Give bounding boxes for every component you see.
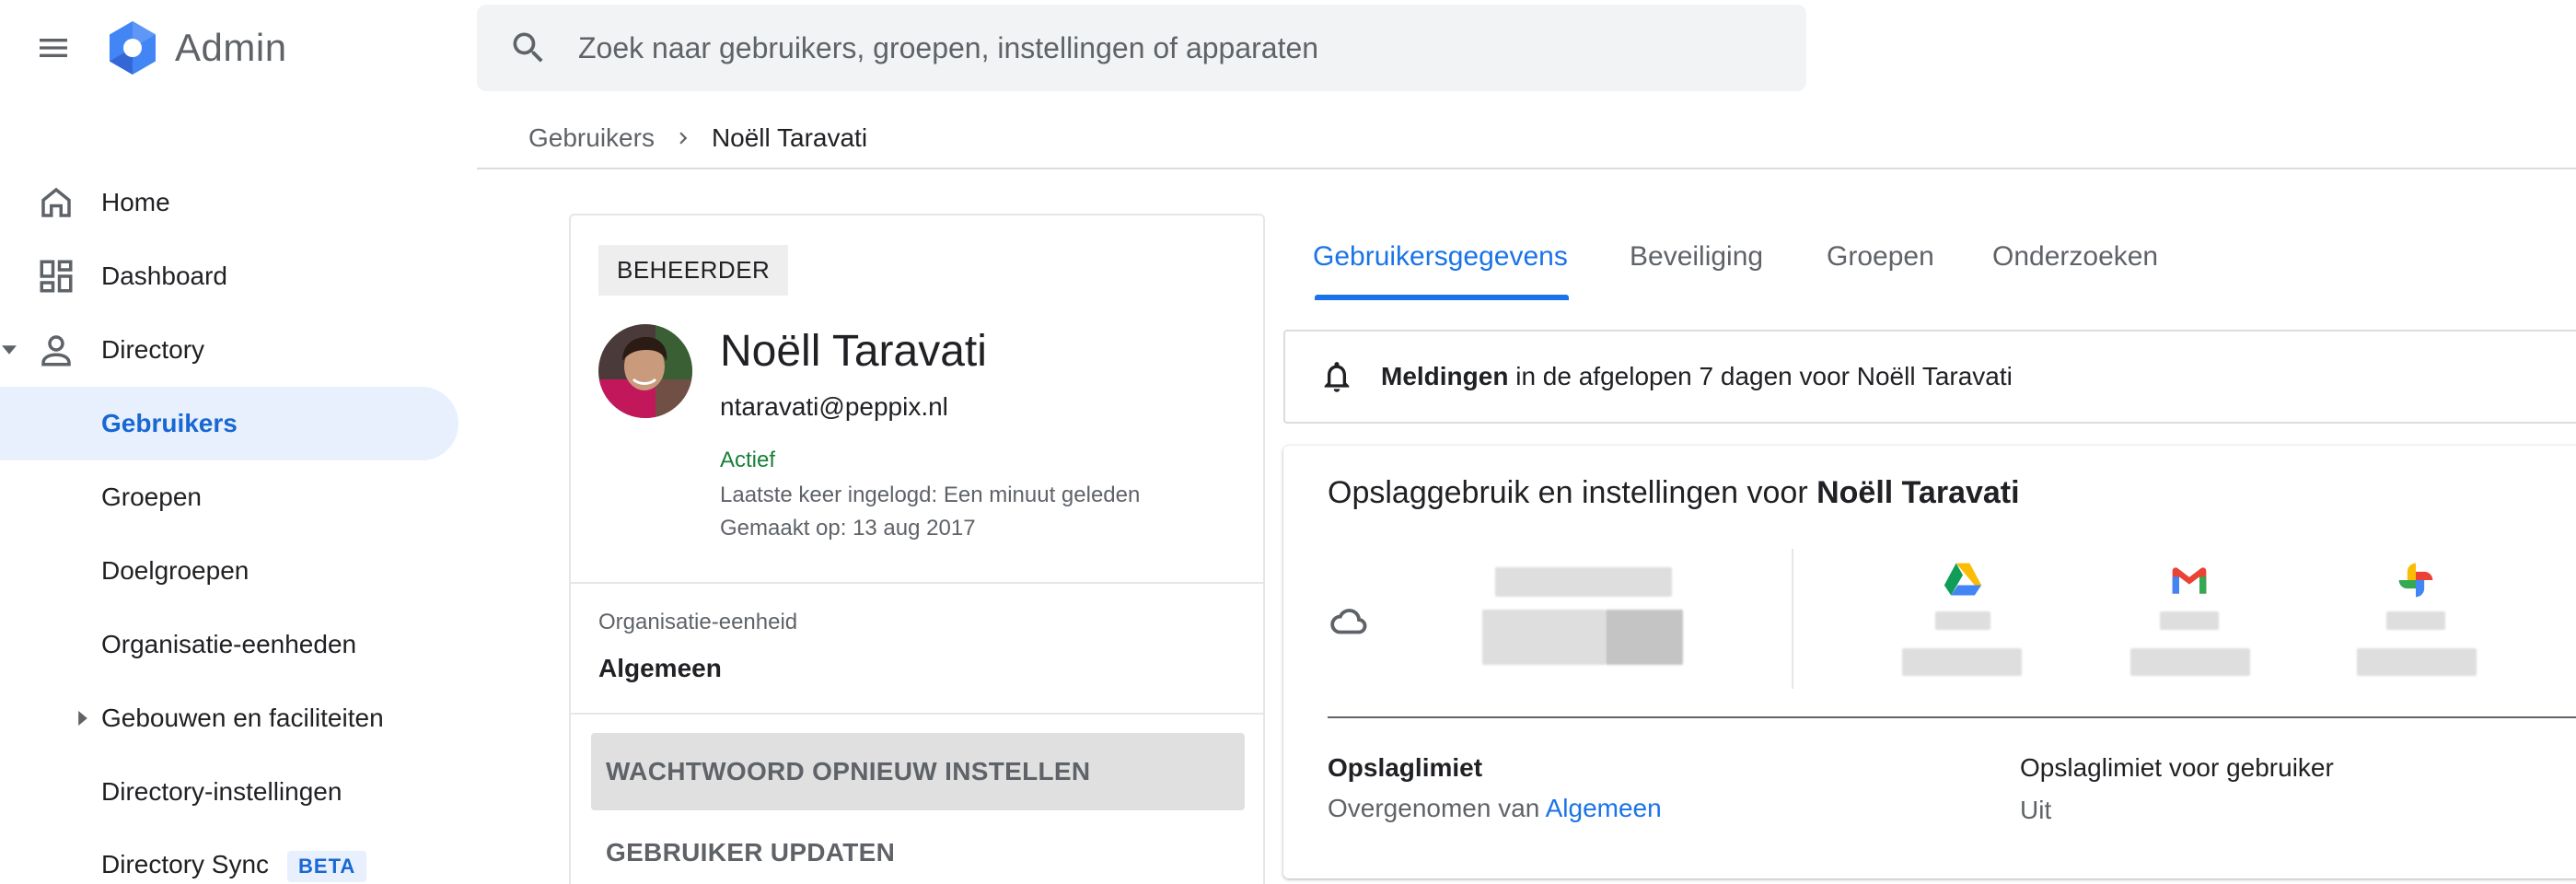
sidebar-item-groepen[interactable]: Groepen bbox=[0, 460, 458, 534]
user-email: ntaravati@peppix.nl bbox=[720, 392, 948, 421]
search-bar[interactable] bbox=[477, 5, 1806, 91]
storage-used-placeholder bbox=[1606, 610, 1683, 665]
chevron-right-icon bbox=[679, 132, 688, 145]
hamburger-menu-icon bbox=[40, 39, 67, 57]
tab-onderzoeken[interactable]: Onderzoeken bbox=[1992, 241, 2158, 273]
user-storage-limit-value: Uit bbox=[2020, 796, 2052, 824]
storage-card: Opslaggebruik en instellingen voor Noëll… bbox=[1283, 446, 2576, 878]
sidebar-item-label: Doelgroepen bbox=[101, 556, 249, 585]
header-divider bbox=[477, 168, 2576, 169]
person-icon bbox=[41, 335, 71, 366]
gmail-usage-placeholder bbox=[2160, 611, 2219, 630]
storage-divider bbox=[1792, 549, 1793, 689]
gmail-usage-placeholder bbox=[2130, 648, 2250, 676]
sidebar-item-dashboard[interactable]: Dashboard bbox=[0, 239, 458, 313]
photos-usage-placeholder bbox=[2357, 648, 2477, 676]
home-icon bbox=[41, 187, 71, 217]
storage-used-placeholder bbox=[1482, 610, 1606, 665]
drive-usage-placeholder bbox=[1935, 611, 1990, 630]
last-login-text: Laatste keer ingelogd: Een minuut gelede… bbox=[720, 483, 1141, 507]
tab-beveiliging[interactable]: Beveiliging bbox=[1630, 241, 1763, 273]
user-avatar-image bbox=[598, 324, 692, 418]
status-badge: Actief bbox=[720, 448, 776, 472]
breadcrumb: Gebruikers Noëll Taravati bbox=[528, 120, 867, 157]
storage-limit-inherited: Overgenomen van Algemeen bbox=[1328, 794, 1662, 823]
search-input[interactable] bbox=[578, 30, 1775, 65]
storage-title: Opslaggebruik en instellingen voor Noëll… bbox=[1328, 475, 2020, 511]
user-profile-card: BEHEERDER Noëll Taravati ntaravati@peppi… bbox=[569, 214, 1265, 884]
org-unit-value: Algemeen bbox=[598, 654, 722, 682]
sidebar-item-label: Home bbox=[101, 188, 170, 216]
storage-limit-label: Opslaglimiet bbox=[1328, 753, 1483, 782]
storage-title-name: Noëll Taravati bbox=[1816, 475, 2020, 510]
sidebar-item-label: Gebouwen en faciliteiten bbox=[101, 704, 384, 732]
photos-icon bbox=[2398, 563, 2433, 598]
breadcrumb-link-users[interactable]: Gebruikers bbox=[528, 123, 655, 153]
drive-icon bbox=[1944, 563, 1982, 596]
main-menu-button[interactable] bbox=[26, 20, 81, 76]
sidebar-item-home[interactable]: Home bbox=[0, 166, 458, 239]
sidebar-item-directory-sync[interactable]: Directory Sync BETA bbox=[0, 829, 458, 884]
caret-down-icon bbox=[2, 345, 17, 355]
admin-logo[interactable]: Admin bbox=[103, 18, 287, 77]
sidebar-item-directory-instellingen[interactable]: Directory-instellingen bbox=[0, 755, 458, 829]
storage-total-placeholder bbox=[1495, 567, 1672, 597]
storage-limit-inherited-prefix: Overgenomen van bbox=[1328, 794, 1546, 822]
sidebar-item-label: Directory Sync BETA bbox=[101, 849, 367, 882]
sidebar-item-organisatie-eenheden[interactable]: Organisatie-eenheden bbox=[0, 608, 458, 681]
admin-hexagon-logo-icon bbox=[110, 21, 156, 75]
storage-section-divider bbox=[1328, 716, 2576, 718]
search-icon bbox=[513, 32, 543, 63]
admin-console: Admin Gebruikers Noëll Taravati Home Das… bbox=[0, 0, 2576, 884]
tab-gebruikersgegevens[interactable]: Gebruikersgegevens bbox=[1313, 241, 1568, 273]
tab-groepen[interactable]: Groepen bbox=[1827, 241, 1934, 273]
sidebar-item-directory[interactable]: Directory bbox=[0, 313, 458, 387]
drive-usage-placeholder bbox=[1902, 648, 2022, 676]
card-divider bbox=[571, 582, 1263, 584]
gmail-icon bbox=[2172, 567, 2207, 594]
update-user-button[interactable]: GEBRUIKER UPDATEN bbox=[606, 838, 895, 867]
user-storage-limit-label: Opslaglimiet voor gebruiker bbox=[2020, 753, 2334, 782]
sidebar-item-label: Directory-instellingen bbox=[101, 777, 342, 806]
sidebar-item-gebouwen[interactable]: Gebouwen en faciliteiten bbox=[0, 681, 458, 755]
notifications-text: Meldingen in de afgelopen 7 dagen voor N… bbox=[1381, 362, 2013, 391]
card-divider bbox=[571, 713, 1263, 715]
notifications-banner[interactable]: Meldingen in de afgelopen 7 dagen voor N… bbox=[1283, 330, 2576, 424]
dashboard-icon bbox=[40, 260, 73, 293]
bell-icon bbox=[1324, 362, 1350, 392]
sidebar-item-doelgroepen[interactable]: Doelgroepen bbox=[0, 534, 458, 608]
photos-usage-placeholder bbox=[2386, 611, 2445, 630]
notifications-rest: in de afgelopen 7 dagen voor Noëll Tarav… bbox=[1508, 362, 2013, 390]
caret-right-icon[interactable] bbox=[75, 711, 90, 726]
avatar[interactable] bbox=[598, 324, 692, 418]
org-unit-label: Organisatie-eenheid bbox=[598, 610, 798, 634]
active-tab-indicator bbox=[1315, 295, 1569, 300]
beta-badge: BETA bbox=[287, 850, 367, 882]
notifications-bold: Meldingen bbox=[1381, 362, 1509, 390]
app-title: Admin bbox=[175, 26, 287, 69]
reset-password-button[interactable]: WACHTWOORD OPNIEUW INSTELLEN bbox=[591, 733, 1245, 810]
sidebar-item-label: Gebruikers bbox=[101, 409, 238, 437]
sidebar-item-label: Dashboard bbox=[101, 262, 227, 290]
role-badge: BEHEERDER bbox=[598, 245, 789, 296]
sidebar-item-label: Groepen bbox=[101, 483, 202, 511]
user-name: Noëll Taravati bbox=[720, 327, 987, 376]
storage-title-prefix: Opslaggebruik en instellingen voor bbox=[1328, 475, 1817, 510]
sidebar-item-label: Organisatie-eenheden bbox=[101, 630, 357, 658]
created-date-text: Gemaakt op: 13 aug 2017 bbox=[720, 516, 976, 541]
sidebar-item-gebruikers[interactable]: Gebruikers bbox=[0, 387, 458, 460]
breadcrumb-current: Noëll Taravati bbox=[711, 123, 868, 152]
sidebar-item-text: Directory Sync bbox=[101, 849, 270, 878]
cloud-icon bbox=[1330, 609, 1367, 634]
org-unit-link[interactable]: Algemeen bbox=[1546, 794, 1662, 822]
sidebar-item-label: Directory bbox=[101, 335, 205, 364]
